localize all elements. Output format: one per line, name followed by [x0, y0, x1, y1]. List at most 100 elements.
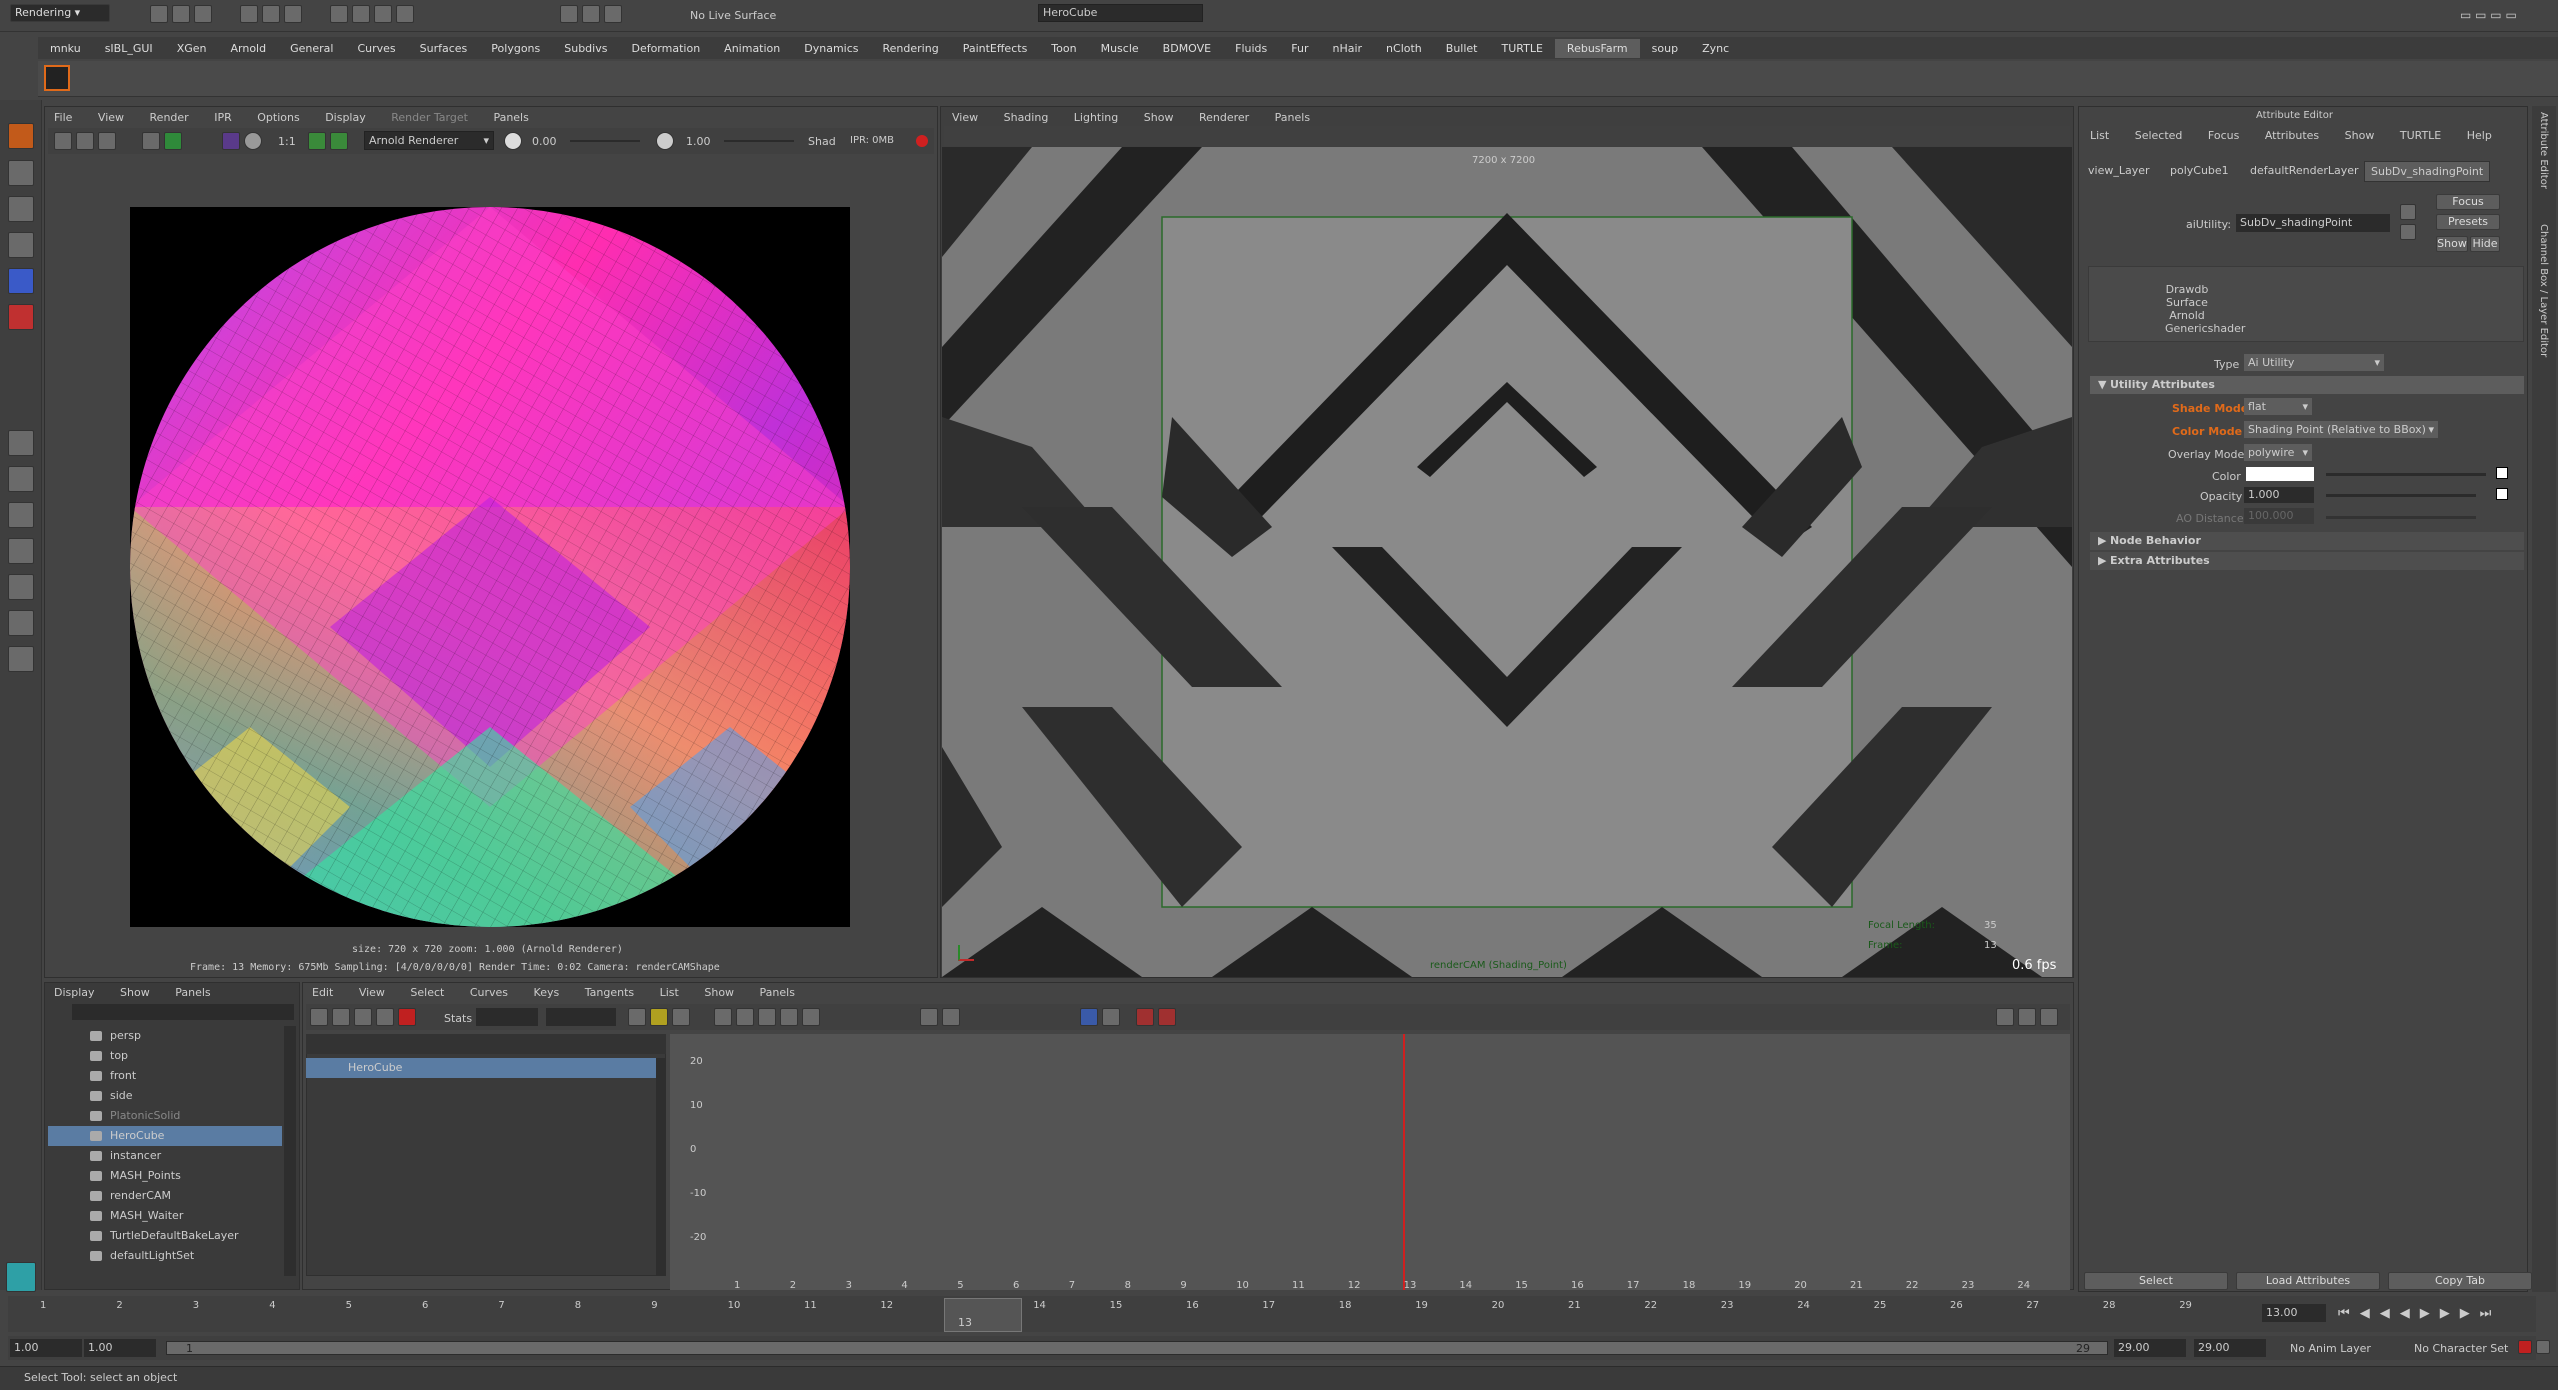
ae-menu-attributes[interactable]: Attributes	[2265, 129, 2319, 142]
menu-options[interactable]: Options	[257, 111, 299, 124]
rotate-tool-icon[interactable]	[8, 268, 34, 294]
ge-retime-icon[interactable]	[398, 1008, 416, 1026]
ae-menu-show[interactable]: Show	[2345, 129, 2375, 142]
preferences-icon[interactable]	[2536, 1340, 2550, 1354]
timeline-current-marker[interactable]	[944, 1298, 1022, 1332]
ge-tangent-step-icon[interactable]	[802, 1008, 820, 1026]
shelf-tab-arnold[interactable]: Arnold	[219, 39, 279, 58]
paint-select-icon[interactable]	[8, 196, 34, 222]
snapshot-icon[interactable]	[98, 132, 116, 150]
ge-graph-area[interactable]	[670, 1034, 2070, 1290]
shelf-tab-rebusfarm[interactable]: RebusFarm	[1554, 39, 1640, 58]
shelf-tab-soup[interactable]: soup	[1640, 39, 1690, 58]
shelf-tab-polygons[interactable]: Polygons	[479, 39, 552, 58]
ge-region-icon[interactable]	[376, 1008, 394, 1026]
character-set-select[interactable]: No Character Set	[2414, 1342, 2508, 1355]
ge-break-tangent-icon[interactable]	[920, 1008, 938, 1026]
keep-image-icon[interactable]	[308, 132, 326, 150]
ge-menu-show[interactable]: Show	[704, 986, 734, 999]
side-tab-attribute-editor[interactable]: Attribute Editor	[2538, 112, 2549, 189]
shelf-tab-fur[interactable]: Fur	[1279, 39, 1320, 58]
ae-load-attributes-button[interactable]: Load Attributes	[2236, 1272, 2380, 1290]
shelf-tab-general[interactable]: General	[278, 39, 345, 58]
ae-input-connection-icon[interactable]	[2400, 204, 2416, 220]
ge-dope-sheet-icon[interactable]	[1996, 1008, 2014, 1026]
outliner-item[interactable]: HeroCube	[48, 1126, 282, 1146]
ae-tab-shading-point[interactable]: SubDv_shadingPoint	[2364, 161, 2491, 182]
ge-tangent-linear-icon[interactable]	[758, 1008, 776, 1026]
vp-menu-panels[interactable]: Panels	[1275, 111, 1310, 124]
snap-grid-icon[interactable]	[330, 5, 348, 23]
snap-plane-icon[interactable]	[396, 5, 414, 23]
render-frame-icon[interactable]	[560, 5, 578, 23]
ae-output-connection-icon[interactable]	[2400, 224, 2416, 240]
layout-hypershade-icon[interactable]	[8, 646, 34, 672]
ge-move-key-icon[interactable]	[310, 1008, 328, 1026]
ae-tab-view-layer[interactable]: view_Layer	[2088, 164, 2150, 177]
ge-trax-icon[interactable]	[2018, 1008, 2036, 1026]
stop-render-icon[interactable]	[916, 135, 928, 147]
ge-menu-curves[interactable]: Curves	[470, 986, 508, 999]
ae-focus-button[interactable]: Focus	[2436, 194, 2500, 210]
ge-menu-list[interactable]: List	[660, 986, 679, 999]
mash-icon[interactable]	[6, 1262, 36, 1292]
shelf-tab-zync[interactable]: Zync	[1690, 39, 1741, 58]
ae-shade-mode-select[interactable]: flat ▾	[2244, 398, 2312, 415]
ae-section-utility[interactable]: ▼ Utility Attributes	[2090, 376, 2524, 394]
layout-outliner-icon[interactable]	[8, 574, 34, 600]
shelf-tab-surfaces[interactable]: Surfaces	[408, 39, 480, 58]
ge-frame-selection-icon[interactable]	[650, 1008, 668, 1026]
render-settings-icon[interactable]	[604, 5, 622, 23]
ae-presets-button[interactable]: Presets	[2436, 214, 2500, 230]
outliner-item[interactable]: top	[48, 1046, 282, 1066]
ge-frame-all-icon[interactable]	[628, 1008, 646, 1026]
renderer-select[interactable]: Arnold Renderer ▾	[364, 131, 494, 150]
ae-overlay-select[interactable]: polywire ▾	[2244, 444, 2312, 461]
viewport-canvas[interactable]	[942, 147, 2072, 977]
outliner-item[interactable]: renderCAM	[48, 1186, 282, 1206]
ae-menu-help[interactable]: Help	[2467, 129, 2492, 142]
scale-tool-icon[interactable]	[8, 304, 34, 330]
end-range-field[interactable]: 29.00	[2114, 1339, 2186, 1357]
outliner-item[interactable]: MASH_Points	[48, 1166, 282, 1186]
ge-tangent-spline-icon[interactable]	[714, 1008, 732, 1026]
outliner-item[interactable]: MASH_Waiter	[48, 1206, 282, 1226]
snap-curve-icon[interactable]	[352, 5, 370, 23]
ae-tab-render-layer[interactable]: defaultRenderLayer	[2250, 164, 2359, 177]
ae-color-mode-select[interactable]: Shading Point (Relative to BBox) ▾	[2244, 421, 2438, 438]
vp-menu-show[interactable]: Show	[1144, 111, 1174, 124]
remove-image-icon[interactable]	[330, 132, 348, 150]
ae-menu-turtle[interactable]: TURTLE	[2400, 129, 2441, 142]
layout-single-icon[interactable]	[8, 430, 34, 456]
ae-color-slider[interactable]	[2326, 473, 2486, 476]
ge-stats-field-2[interactable]	[546, 1008, 616, 1026]
gamma-field[interactable]: 1.00	[686, 135, 711, 148]
shelf-tab-curves[interactable]: Curves	[345, 39, 407, 58]
menu-view[interactable]: View	[98, 111, 124, 124]
ge-curve-filter[interactable]	[306, 1034, 666, 1054]
lasso-tool-icon[interactable]	[8, 160, 34, 186]
menu-panels[interactable]: Panels	[493, 111, 528, 124]
playback-controls[interactable]: ⏮◀◀◀▶▶▶⏭	[2338, 1306, 2501, 1321]
ge-insert-key-icon[interactable]	[332, 1008, 350, 1026]
shelf-tab-rendering[interactable]: Rendering	[871, 39, 951, 58]
anim-layer-select[interactable]: No Anim Layer	[2290, 1342, 2371, 1355]
shelf-tab-bdmove[interactable]: BDMOVE	[1151, 39, 1223, 58]
exposure-field[interactable]: 0.00	[532, 135, 557, 148]
vp-menu-shading[interactable]: Shading	[1004, 111, 1049, 124]
ae-opacity-map-icon[interactable]	[2496, 488, 2508, 500]
ae-color-map-icon[interactable]	[2496, 467, 2508, 479]
refresh-icon[interactable]	[164, 132, 182, 150]
select-hierarchy-icon[interactable]	[240, 5, 258, 23]
layout-stack-icon[interactable]	[8, 538, 34, 564]
outliner-item[interactable]: persp	[48, 1026, 282, 1046]
move-tool-icon[interactable]	[8, 232, 34, 258]
shelf-tab-animation[interactable]: Animation	[712, 39, 792, 58]
shelf-tab-sibl-gui[interactable]: sIBL_GUI	[93, 39, 165, 58]
mode-select[interactable]: Rendering ▾	[10, 4, 110, 22]
outliner-item[interactable]: front	[48, 1066, 282, 1086]
outliner-item[interactable]: defaultLightSet	[48, 1246, 282, 1266]
ipr-refresh-icon[interactable]	[142, 132, 160, 150]
outliner-item[interactable]: side	[48, 1086, 282, 1106]
ge-stats-field-1[interactable]	[476, 1008, 538, 1026]
